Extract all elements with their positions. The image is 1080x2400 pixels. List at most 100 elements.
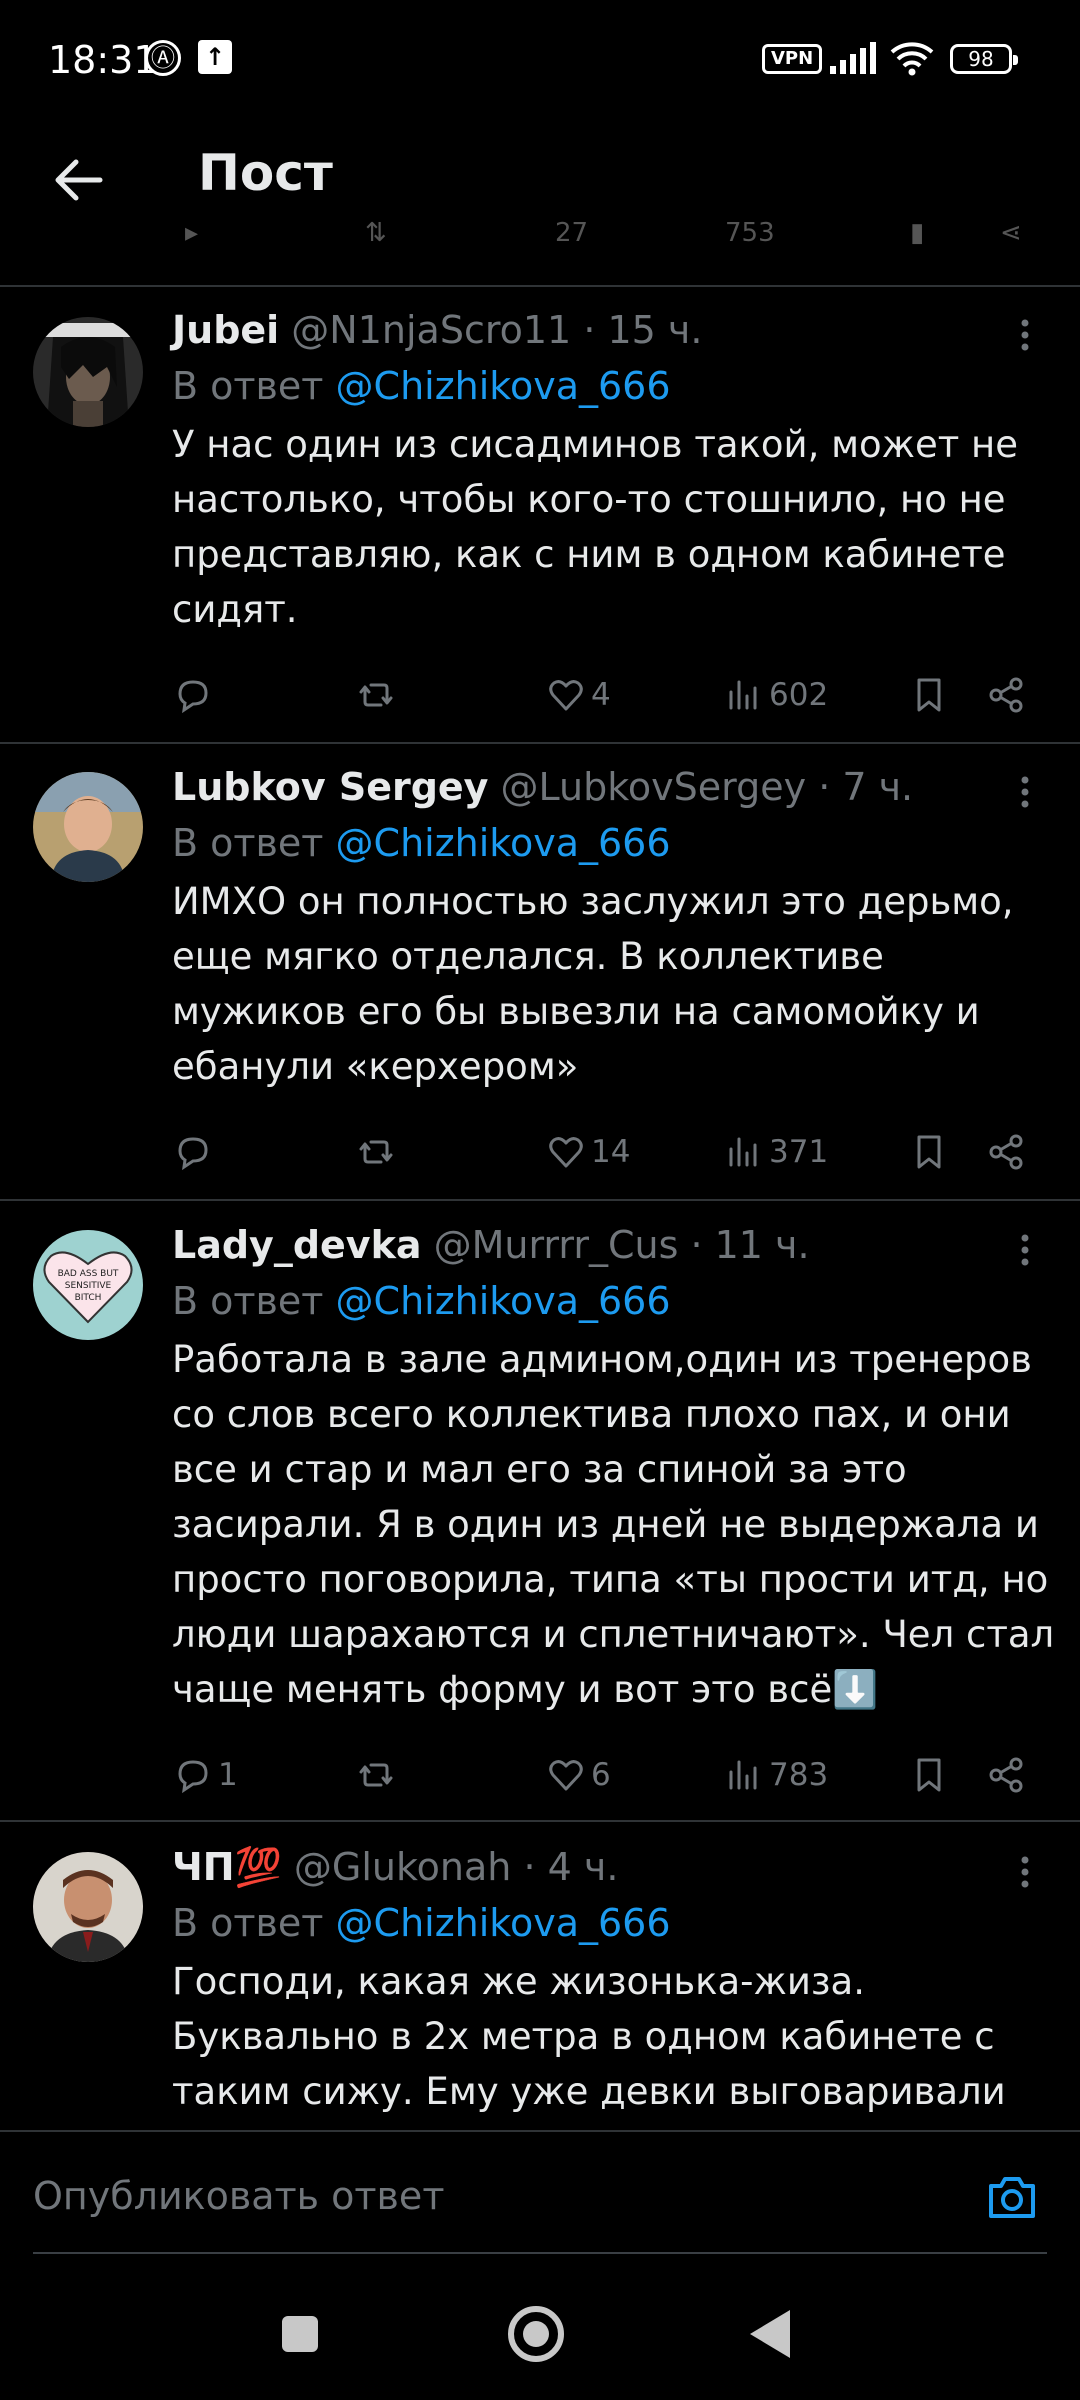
vpn-icon: VPN <box>762 44 823 74</box>
anarchy-notification-icon: Ⓐ <box>145 40 181 76</box>
divider <box>0 742 1080 744</box>
reply-count: 1 <box>218 1757 238 1793</box>
author-name[interactable]: Lady_devka <box>172 1223 422 1267</box>
like-button[interactable]: 14 <box>545 1122 630 1182</box>
like-button[interactable]: 6 <box>545 1745 611 1805</box>
reply-button[interactable] <box>172 1122 218 1182</box>
author-name[interactable]: Jubei <box>172 308 279 352</box>
repost-button[interactable] <box>355 1745 397 1805</box>
bookmark-icon <box>917 1758 941 1792</box>
bookmark-button[interactable] <box>908 1122 950 1182</box>
reply-context: В ответ @Chizhikova_666 <box>172 1898 671 1948</box>
divider <box>0 285 1080 287</box>
reply-icon <box>178 680 208 714</box>
reply-button[interactable]: 1 <box>172 1745 238 1805</box>
views-button[interactable]: 783 <box>723 1745 828 1805</box>
avatar-lettering: SENSITIVE <box>65 1281 112 1291</box>
reply-prefix: В ответ <box>172 1279 324 1323</box>
heart-icon <box>549 1137 583 1168</box>
author-handle[interactable]: @Murrrr_Cus <box>434 1223 679 1267</box>
post-header: Jubei @N1njaScro11 · 15 ч. <box>172 305 702 355</box>
divider <box>0 1820 1080 1822</box>
bookmark-icon[interactable]: ▮ <box>910 218 924 248</box>
more-options-icon[interactable] <box>1010 1852 1040 1892</box>
reply-input[interactable]: Опубликовать ответ <box>33 2174 444 2218</box>
replied-handle-link[interactable]: @Chizhikova_666 <box>336 1279 671 1323</box>
bookmark-icon <box>917 678 941 712</box>
home-button-icon[interactable] <box>508 2306 564 2362</box>
bookmark-icon <box>917 1135 941 1169</box>
repost-icon <box>359 1140 393 1164</box>
reply-context: В ответ @Chizhikova_666 <box>172 361 671 411</box>
views-chart-icon <box>729 1137 757 1167</box>
reply-context: В ответ @Chizhikova_666 <box>172 1276 671 1326</box>
post-header: Lubkov Sergey @LubkovSergey · 7 ч. <box>172 762 913 812</box>
author-handle[interactable]: @N1njaScro11 <box>291 308 571 352</box>
author-name[interactable]: Lubkov Sergey <box>172 765 488 809</box>
reply-composer[interactable]: Опубликовать ответ <box>0 2130 1080 2255</box>
repost-icon <box>359 683 393 707</box>
like-count: 14 <box>591 1134 631 1170</box>
view-count[interactable]: 753 <box>725 218 775 248</box>
reply-icon[interactable]: ▸ <box>185 218 198 248</box>
views-chart-icon <box>729 1760 757 1790</box>
back-button-icon[interactable] <box>750 2310 790 2358</box>
views-chart-icon <box>729 680 757 710</box>
reply-icon <box>178 1760 208 1794</box>
repost-icon[interactable]: ⇅ <box>365 218 387 248</box>
like-button[interactable]: 4 <box>545 665 611 725</box>
replied-handle-link[interactable]: @Chizhikova_666 <box>336 821 671 865</box>
more-options-icon[interactable] <box>1010 315 1040 355</box>
bookmark-button[interactable] <box>908 1745 950 1805</box>
share-button[interactable] <box>985 1122 1027 1182</box>
avatar-lubkov-sergey[interactable] <box>33 772 143 882</box>
avatar-lady-devka[interactable]: BAD ASS BUT SENSITIVE BITCH <box>33 1230 143 1340</box>
reply-button[interactable] <box>172 665 218 725</box>
repost-button[interactable] <box>355 1122 397 1182</box>
signal-icon <box>830 42 876 74</box>
author-handle[interactable]: @Glukonah <box>294 1845 511 1889</box>
author-handle[interactable]: @LubkovSergey <box>501 765 807 809</box>
post-text: У нас один из сисадминов такой, может не… <box>172 423 1019 631</box>
reply-post[interactable]: BAD ASS BUT SENSITIVE BITCH Lady_devka @… <box>0 1220 1080 1820</box>
reply-post[interactable]: Jubei @N1njaScro11 · 15 ч. В ответ @Chiz… <box>0 305 1080 745</box>
status-time: 18:31 <box>48 38 158 82</box>
post-text: ИМХО он полностью заслужил это дерьмо, е… <box>172 880 1014 1088</box>
post-time: · 15 ч. <box>583 308 703 352</box>
reply-icon <box>178 1137 208 1171</box>
like-count: 6 <box>591 1757 611 1793</box>
share-icon <box>989 1134 1023 1170</box>
back-arrow-icon[interactable] <box>48 150 108 210</box>
author-name[interactable]: ЧП💯 <box>172 1845 282 1889</box>
avatar-jubei[interactable] <box>33 317 143 427</box>
more-options-icon[interactable] <box>1010 1230 1040 1270</box>
composer-underline <box>33 2252 1047 2254</box>
share-button[interactable] <box>985 1745 1027 1805</box>
reply-post[interactable]: Lubkov Sergey @LubkovSergey · 7 ч. В отв… <box>0 762 1080 1202</box>
camera-icon[interactable] <box>985 2172 1039 2222</box>
more-options-icon[interactable] <box>1010 772 1040 812</box>
heart-icon <box>549 680 583 711</box>
like-count[interactable]: 27 <box>555 218 588 248</box>
avatar-chp[interactable] <box>33 1852 143 1962</box>
post-actions: 1 6 783 <box>0 1745 1080 1805</box>
post-header: Lady_devka @Murrrr_Cus · 11 ч. <box>172 1220 810 1270</box>
post-text: Работала в зале админом,один из тренеров… <box>172 1338 1055 1711</box>
post-time: · 11 ч. <box>690 1223 810 1267</box>
share-icon <box>989 1757 1023 1793</box>
divider <box>0 1199 1080 1201</box>
bookmark-button[interactable] <box>908 665 950 725</box>
views-button[interactable]: 371 <box>723 1122 828 1182</box>
reply-context: В ответ @Chizhikova_666 <box>172 818 671 868</box>
post-actions: 14 371 <box>0 1122 1080 1182</box>
views-button[interactable]: 602 <box>723 665 828 725</box>
replied-handle-link[interactable]: @Chizhikova_666 <box>336 364 671 408</box>
replied-handle-link[interactable]: @Chizhikova_666 <box>336 1901 671 1945</box>
share-icon[interactable]: ⋖ <box>1000 218 1022 248</box>
reply-post[interactable]: ЧП💯 @Glukonah · 4 ч. В ответ @Chizhikova… <box>0 1842 1080 2130</box>
share-button[interactable] <box>985 665 1027 725</box>
repost-button[interactable] <box>355 665 397 725</box>
share-icon <box>989 677 1023 713</box>
recents-button-icon[interactable] <box>282 2316 318 2352</box>
like-count: 4 <box>591 677 611 713</box>
